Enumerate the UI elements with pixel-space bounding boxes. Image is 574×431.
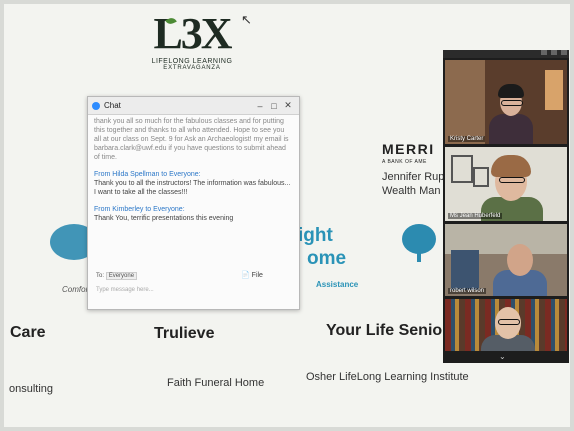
chat-message-text: Thank You, terrific presentations this e… — [94, 215, 234, 222]
glasses-icon — [498, 319, 520, 325]
glasses-icon — [499, 177, 525, 183]
maximize-icon[interactable] — [551, 50, 557, 55]
background-frame — [451, 155, 473, 183]
logo-line2: EXTRAVAGANZA — [163, 65, 221, 71]
zoom-logo-icon — [92, 101, 100, 110]
chat-titlebar[interactable]: Chat – □ ✕ — [88, 97, 299, 115]
background-frame — [473, 167, 489, 187]
chevron-down-icon[interactable]: ⌄ — [499, 352, 506, 361]
screen: L3X LIFELONG LEARNING EXTRAVAGANZA ↖ MER… — [4, 4, 570, 427]
participant-name: Kristy Carter — [448, 136, 486, 142]
file-label: File — [251, 272, 263, 279]
wealth-management: Wealth Man — [382, 185, 441, 197]
chat-message-text: thank you all so much for the fabulous c… — [94, 118, 289, 161]
l3x-logo: L3X LIFELONG LEARNING EXTRAVAGANZA — [142, 9, 242, 72]
participant-hair — [498, 84, 524, 98]
chat-message-text: Thank you to all the instructors! The in… — [94, 180, 291, 196]
sponsor-consulting: onsulting — [9, 383, 54, 395]
close-icon[interactable]: ✕ — [281, 100, 295, 111]
jennifer-name: Jennifer Rup — [382, 171, 445, 183]
background-frame — [545, 70, 563, 110]
sponsor-trulieve: Trulieve — [154, 325, 215, 342]
chat-to-row: To: Everyone — [96, 272, 138, 280]
tree-trunk — [417, 250, 421, 262]
participant-hair — [491, 155, 531, 177]
close-icon[interactable] — [561, 50, 567, 55]
logo-mark: L3X — [153, 9, 232, 58]
sponsor-osher: Osher LifeLong Learning Institute — [306, 371, 469, 383]
bright-line3: Assistance — [316, 280, 359, 289]
video-tile[interactable]: Ms Jean Huberfeld — [445, 147, 567, 221]
logo-line1: LIFELONG LEARNING — [151, 58, 233, 65]
chat-messages[interactable]: thank you all so much for the fabulous c… — [88, 115, 299, 269]
merrill-logo: MERRI — [382, 141, 435, 157]
bright-line2: ome — [307, 248, 347, 269]
video-tile[interactable]: robert wilson — [445, 224, 567, 296]
bright-line1: ight — [298, 225, 333, 246]
recipient-dropdown[interactable]: Everyone — [105, 272, 138, 280]
video-tile[interactable]: Kristy Carter — [445, 60, 567, 144]
participant-body — [489, 114, 533, 144]
maximize-icon[interactable]: □ — [267, 101, 281, 111]
glasses-icon — [501, 100, 523, 106]
video-panel-header — [443, 50, 569, 58]
file-button[interactable]: 📄 File — [241, 271, 263, 279]
minimize-icon[interactable] — [541, 50, 547, 55]
chat-message-from: From Kimberley to Everyone: — [94, 206, 185, 213]
sponsor-care: Care — [10, 324, 46, 341]
sponsor-your-life: Your Life Senio — [326, 322, 443, 339]
background-wall — [445, 60, 485, 144]
background-telescope — [451, 250, 479, 290]
participant-name: Ms Jean Huberfeld — [448, 213, 503, 219]
minimize-icon[interactable]: – — [253, 101, 267, 111]
video-panel: Kristy Carter Ms Jean Huberfeld robert w… — [443, 50, 569, 363]
chat-to-label: To: — [96, 273, 105, 279]
video-tile[interactable] — [445, 299, 567, 351]
chat-window[interactable]: Chat – □ ✕ thank you all so much for the… — [87, 96, 300, 310]
merrill-sub: A BANK OF AME — [382, 159, 427, 165]
mouse-cursor-icon: ↖ — [241, 12, 252, 27]
participant-face — [507, 244, 533, 276]
chat-message-from: From Hilda Spellman to Everyone: — [94, 171, 201, 178]
participant-name: robert wilson — [448, 288, 487, 294]
sponsor-faith-funeral: Faith Funeral Home — [167, 377, 265, 389]
chat-input[interactable]: Type message here... — [96, 287, 154, 293]
chat-title: Chat — [104, 101, 121, 110]
file-icon: 📄 — [241, 272, 250, 279]
